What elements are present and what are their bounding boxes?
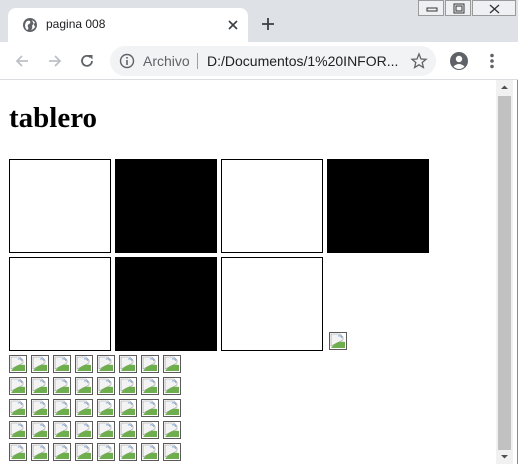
board-square-white xyxy=(221,159,323,253)
broken-image-icon xyxy=(75,399,93,417)
board-square-white xyxy=(221,257,323,351)
toolbar: Archivo D:/Documentos/1%20INFOR... xyxy=(0,42,518,80)
three-dot-menu-icon[interactable] xyxy=(482,51,502,71)
restore-button[interactable] xyxy=(445,0,471,16)
broken-image-icon xyxy=(53,377,71,395)
broken-image-icon xyxy=(9,443,27,461)
broken-image-icon xyxy=(31,421,49,439)
close-icon xyxy=(489,4,500,14)
broken-image-icon xyxy=(141,377,159,395)
broken-image-icon xyxy=(141,443,159,461)
page-heading: tablero xyxy=(9,102,98,134)
broken-image-icon xyxy=(53,421,71,439)
broken-image-icon xyxy=(75,377,93,395)
tab-strip: pagina 008 xyxy=(0,0,518,42)
restore-icon xyxy=(453,3,465,14)
minimize-button[interactable] xyxy=(418,0,444,16)
broken-image-icon xyxy=(97,377,115,395)
board-square-white xyxy=(9,257,111,351)
window-controls xyxy=(418,0,516,16)
broken-image-icon xyxy=(119,399,137,417)
back-arrow-icon[interactable] xyxy=(12,51,32,71)
forward-arrow-icon[interactable] xyxy=(45,51,65,71)
broken-image-icon xyxy=(163,443,181,461)
broken-image-icon xyxy=(119,355,137,373)
broken-image-icon xyxy=(119,377,137,395)
board-square-white xyxy=(9,159,111,253)
broken-image-icon xyxy=(119,443,137,461)
tab-title: pagina 008 xyxy=(46,17,106,31)
info-icon[interactable] xyxy=(119,53,135,69)
board-square-black xyxy=(327,159,429,253)
broken-image-icon xyxy=(31,355,49,373)
broken-image-icon xyxy=(9,421,27,439)
broken-image-icon xyxy=(97,355,115,373)
globe-icon xyxy=(23,18,37,32)
close-icon[interactable] xyxy=(225,17,241,33)
broken-image-icon xyxy=(75,355,93,373)
broken-image-icon xyxy=(97,443,115,461)
broken-image-icon xyxy=(53,443,71,461)
broken-image-icon xyxy=(53,355,71,373)
page-viewport: tablero xyxy=(0,80,496,464)
broken-image-icon xyxy=(31,443,49,461)
broken-image-icon xyxy=(9,377,27,395)
broken-image-icon xyxy=(9,355,27,373)
reload-icon[interactable] xyxy=(77,51,97,71)
scrollbar-thumb[interactable] xyxy=(498,96,511,450)
broken-image-icon xyxy=(31,399,49,417)
broken-image-icon xyxy=(329,332,347,350)
broken-image-icon xyxy=(97,421,115,439)
star-icon[interactable] xyxy=(410,52,428,70)
board-square-black xyxy=(115,159,217,253)
broken-image-icon xyxy=(97,399,115,417)
address-bar[interactable]: Archivo D:/Documentos/1%20INFOR... xyxy=(110,46,436,76)
broken-image-icon xyxy=(141,421,159,439)
broken-image-icon xyxy=(163,421,181,439)
broken-image-icon xyxy=(163,355,181,373)
account-circle-icon[interactable] xyxy=(449,51,469,71)
broken-image-icon xyxy=(31,377,49,395)
vertical-scrollbar[interactable] xyxy=(496,80,513,464)
broken-image-icon xyxy=(75,443,93,461)
close-window-button[interactable] xyxy=(472,0,516,16)
broken-image-icon xyxy=(75,421,93,439)
broken-image-icon xyxy=(53,399,71,417)
broken-image-icon xyxy=(141,355,159,373)
browser-window: pagina 008 Archivo D:/Documentos/1%20INF… xyxy=(0,0,518,464)
plus-icon[interactable] xyxy=(258,14,278,34)
url-text[interactable]: D:/Documentos/1%20INFOR... xyxy=(207,53,398,69)
tab-pagina-008[interactable]: pagina 008 xyxy=(8,8,248,42)
broken-image-icon xyxy=(163,377,181,395)
minimize-icon xyxy=(426,7,438,12)
broken-image-icon xyxy=(119,421,137,439)
broken-image-icon xyxy=(163,399,181,417)
broken-image-icon xyxy=(141,399,159,417)
board-square-black xyxy=(115,257,217,351)
broken-image-icon xyxy=(9,399,27,417)
file-chip-label: Archivo xyxy=(143,53,190,69)
omnibox-divider xyxy=(197,53,198,69)
scroll-down-arrow-icon[interactable] xyxy=(496,452,513,464)
scroll-up-arrow-icon[interactable] xyxy=(496,80,513,95)
